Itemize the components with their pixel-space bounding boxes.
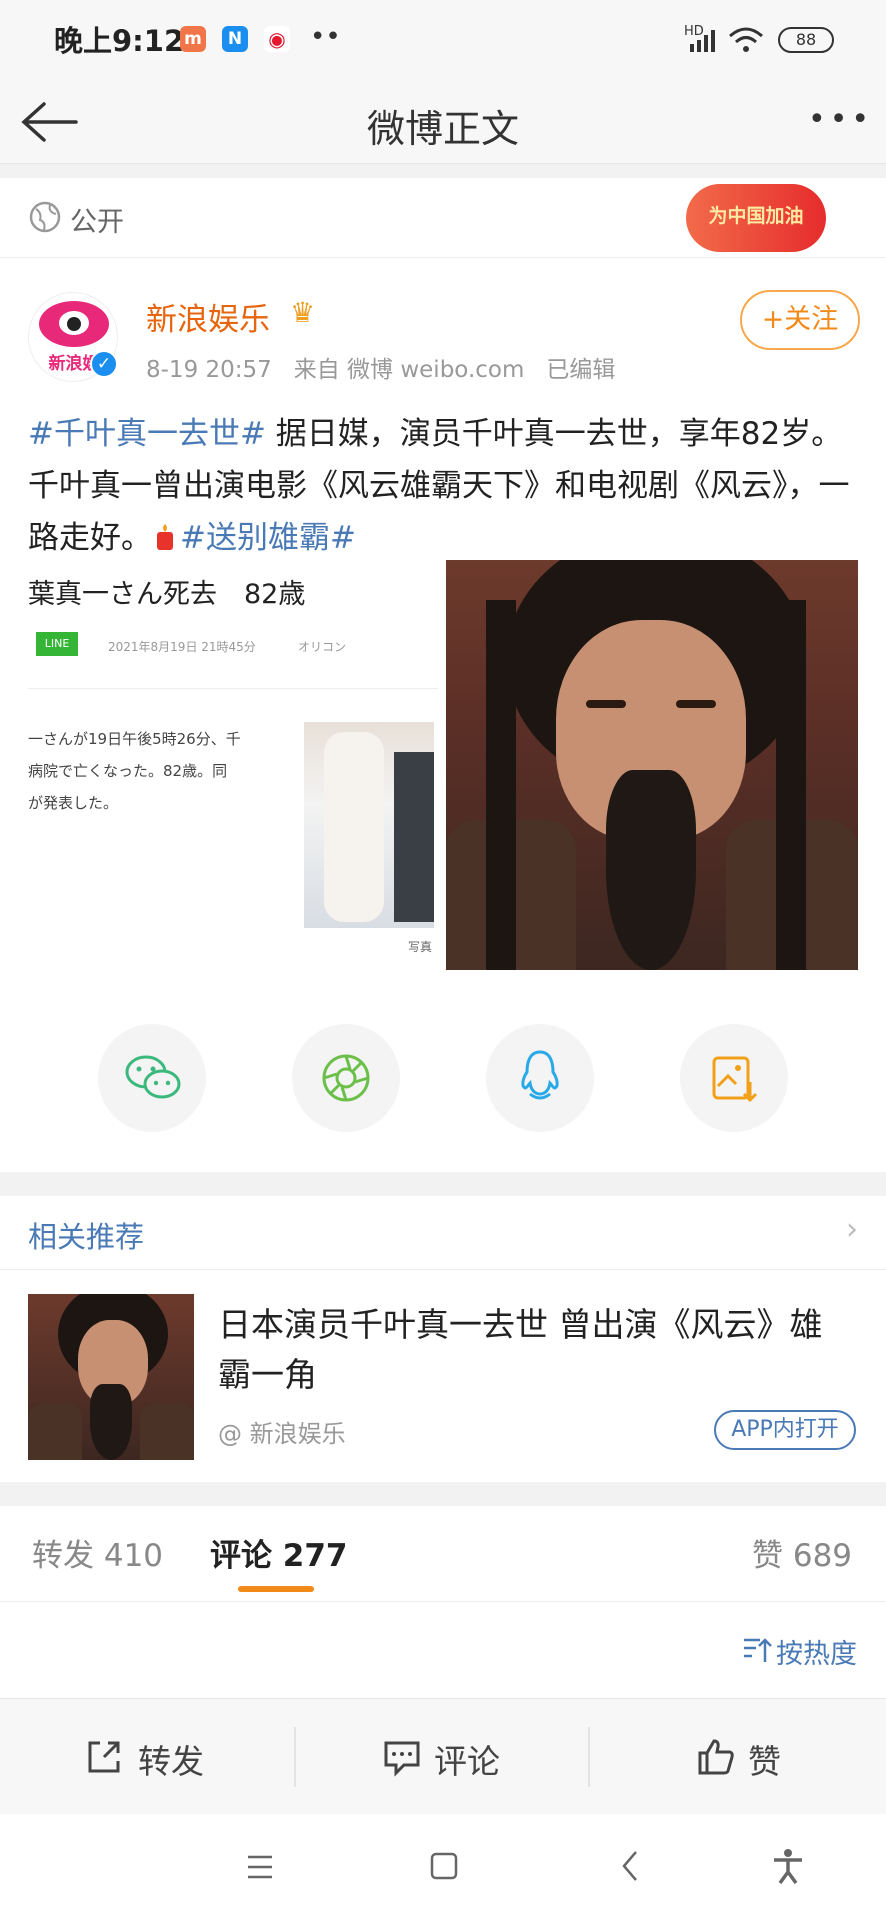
status-time: 晚上9:12: [54, 24, 185, 58]
recommend-article-title: 日本演员千叶真一去世 曾出演《风云》雄霸一角: [218, 1305, 823, 1394]
divider: [0, 164, 886, 178]
hashtag-link-2[interactable]: #送别雄霸#: [180, 520, 356, 556]
campaign-badge[interactable]: 为中国加油: [686, 184, 826, 252]
image-caption: 写真: [408, 940, 433, 954]
mi-app-icon: m: [180, 26, 206, 52]
divider: [0, 1172, 886, 1196]
visibility-row: 公开 为中国加油: [0, 178, 886, 258]
sort-icon[interactable]: [742, 1636, 772, 1664]
system-nav-bar: [0, 1814, 886, 1920]
comment-button[interactable]: 评论: [382, 1731, 522, 1783]
comment-icon: [384, 1741, 420, 1777]
like-label: 赞: [748, 1742, 781, 1781]
image-source: オリコン: [298, 640, 347, 654]
repost-icon: [88, 1741, 120, 1773]
interaction-tabs: 转发 410 评论 277 赞 689: [0, 1506, 886, 1602]
qq-icon: [521, 1050, 559, 1100]
share-moments-button[interactable]: [292, 1024, 400, 1132]
image-body-3: が発表した。: [28, 794, 119, 812]
candle-icon: [152, 516, 178, 550]
sort-label[interactable]: 按热度: [776, 1632, 857, 1671]
post-meta: 8-19 20:57 来自 微博 weibo.com 已编辑: [146, 357, 616, 383]
repost-button[interactable]: 转发: [84, 1731, 224, 1783]
signal-icon: [690, 30, 715, 52]
n-app-icon: N: [222, 26, 248, 52]
thumbs-up-icon: [698, 1739, 734, 1775]
share-qq-button[interactable]: [486, 1024, 594, 1132]
status-bar: 晚上9:12 m N ◉ •• HD 88: [0, 0, 886, 80]
recommend-source: @ 新浪娱乐: [218, 1420, 346, 1448]
menu-icon[interactable]: [246, 1854, 274, 1880]
image-body-2: 病院で亡くなった。82歳。同: [28, 762, 228, 780]
share-wechat-button[interactable]: [98, 1024, 206, 1132]
moments-icon: [322, 1054, 370, 1102]
like-button[interactable]: 赞: [696, 1731, 816, 1783]
portrait-photo: [446, 560, 858, 970]
repost-label: 转发: [138, 1742, 204, 1781]
wechat-icon: [125, 1055, 181, 1099]
image-headline: 葉真一さん死去 82歳: [28, 579, 306, 610]
save-image-button[interactable]: [680, 1024, 788, 1132]
post-image[interactable]: 葉真一さん死去 82歳 LINE 2021年8月19日 21時45分 オリコン …: [28, 560, 858, 970]
recommend-thumbnail: [28, 1294, 194, 1460]
open-in-app-button[interactable]: APP内打开: [714, 1410, 856, 1450]
sort-row: 按热度: [0, 1602, 886, 1698]
chevron-right-icon: ›: [846, 1212, 858, 1247]
home-icon[interactable]: [430, 1852, 458, 1880]
wifi-icon: [729, 27, 763, 52]
divider: [0, 1482, 886, 1506]
comment-label: 评论: [434, 1742, 500, 1781]
recommend-item[interactable]: 日本演员千叶真一去世 曾出演《风云》雄霸一角 @ 新浪娱乐 APP内打开: [0, 1270, 886, 1474]
battery-indicator: 88: [778, 27, 834, 53]
back-icon[interactable]: [620, 1850, 640, 1882]
more-notify-icon: ••: [310, 22, 341, 52]
verified-icon: ✓: [90, 350, 118, 378]
visibility-label: 公开: [70, 207, 124, 238]
recommend-header[interactable]: 相关推荐 ›: [0, 1196, 886, 1270]
globe-icon: [29, 201, 61, 233]
author-name[interactable]: 新浪娱乐: [146, 294, 270, 339]
image-photo-thumb: [304, 722, 434, 928]
follow-button[interactable]: +关注: [740, 290, 860, 350]
tab-likes[interactable]: 赞 689: [752, 1530, 852, 1575]
more-options-icon[interactable]: •••: [808, 102, 873, 137]
weibo-notify-icon: ◉: [264, 26, 290, 52]
crown-icon: ♛: [290, 296, 316, 329]
page-title: 微博正文: [366, 107, 519, 151]
tab-repost[interactable]: 转发 410: [32, 1530, 163, 1575]
accessibility-icon[interactable]: [772, 1848, 804, 1884]
recommend-title: 相关推荐: [28, 1220, 145, 1254]
bottom-action-bar: 转发 评论 赞: [0, 1698, 886, 1814]
image-body-1: 一さんが19日午後5時26分、千: [28, 730, 241, 748]
line-chip: LINE: [36, 632, 78, 656]
hashtag-link[interactable]: #千叶真一去世#: [28, 416, 266, 452]
top-nav: 微博正文 •••: [0, 80, 886, 164]
post-text: #千叶真一去世# 据日媒，演员千叶真一去世，享年82岁。千叶真一曾出演电影《风云…: [28, 408, 858, 564]
active-tab-indicator: [238, 1586, 314, 1592]
save-image-icon: [712, 1056, 758, 1103]
image-date: 2021年8月19日 21時45分: [108, 640, 256, 654]
tab-comments[interactable]: 评论 277: [210, 1530, 348, 1575]
